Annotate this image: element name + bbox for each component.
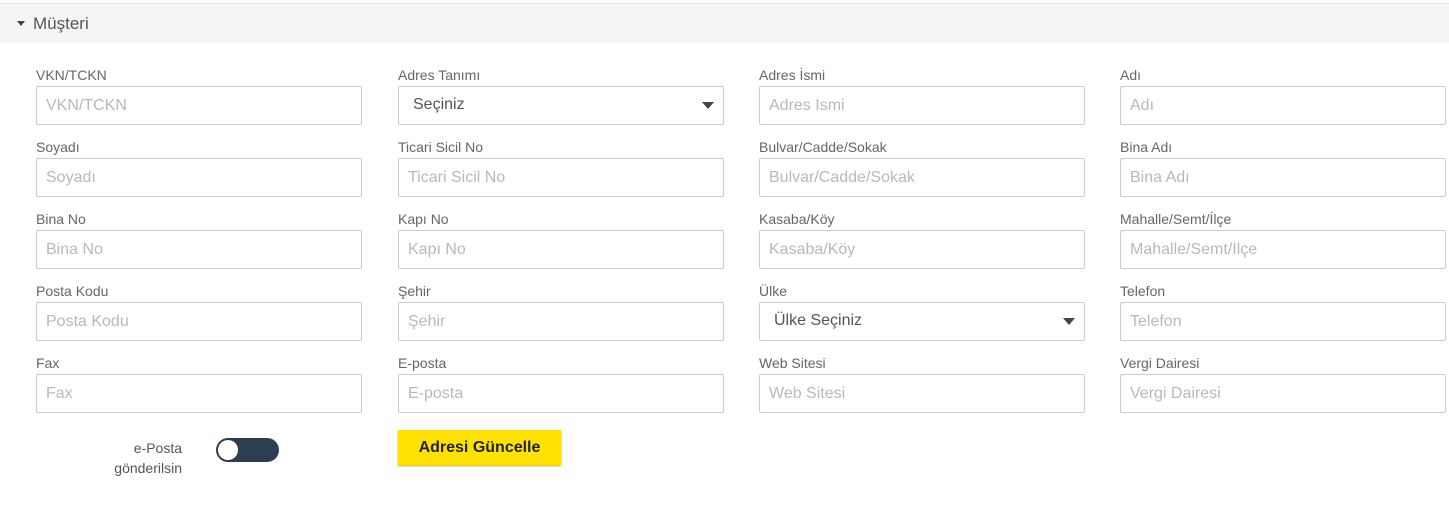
field-label: Web Sitesi	[759, 355, 826, 371]
field-label: Fax	[36, 355, 60, 371]
dropdown-arrow-icon	[702, 102, 714, 109]
field-label: E-posta	[398, 355, 447, 371]
field-label: Kapı No	[398, 211, 449, 227]
web-sitesi-input[interactable]	[759, 374, 1085, 413]
field-label: Soyadı	[36, 139, 80, 155]
field-label: Şehir	[398, 283, 431, 299]
toggle-knob	[218, 440, 238, 460]
panel-title: Müşteri	[33, 14, 89, 33]
field-label: VKN/TCKN	[36, 67, 107, 83]
eposta-toggle-label: e-Posta gönderilsin	[100, 438, 182, 478]
bina-adi-input[interactable]	[1120, 158, 1446, 197]
field-label: Bina Adı	[1120, 139, 1173, 155]
field-label: Adres İsmi	[759, 67, 826, 83]
field-label: Vergi Dairesi	[1120, 355, 1200, 371]
select-value: Seçiniz	[413, 96, 465, 113]
field-label: Ülke	[759, 283, 788, 299]
dropdown-arrow-icon	[1063, 318, 1075, 325]
fax-input[interactable]	[36, 374, 362, 413]
select-value: Ülke Seçiniz	[774, 312, 863, 329]
field-label: Adı	[1120, 67, 1142, 83]
field-label: Telefon	[1120, 283, 1166, 299]
field-label: Mahalle/Semt/İlçe	[1120, 211, 1232, 227]
bina-no-input[interactable]	[36, 230, 362, 269]
eposta-toggle[interactable]	[216, 438, 279, 462]
telefon-input[interactable]	[1120, 302, 1446, 341]
adres-tanimi-select[interactable]: Seçiniz	[398, 86, 724, 125]
mahalle-input[interactable]	[1120, 230, 1446, 269]
soyadi-input[interactable]	[36, 158, 362, 197]
caret-down-icon[interactable]	[17, 21, 25, 26]
panel-header[interactable]: Müşteri	[0, 3, 1449, 43]
vergi-dairesi-input[interactable]	[1120, 374, 1446, 413]
ticari-sicil-input[interactable]	[398, 158, 724, 197]
update-address-button[interactable]: Adresi Güncelle	[398, 430, 561, 465]
field-label: Kasaba/Köy	[759, 211, 835, 227]
kasaba-input[interactable]	[759, 230, 1085, 269]
adi-input[interactable]	[1120, 86, 1446, 125]
toggle-label-line2: gönderilsin	[114, 460, 182, 476]
field-label: Adres Tanımı	[398, 67, 481, 83]
ulke-select[interactable]: Ülke Seçiniz	[759, 302, 1085, 341]
posta-kodu-input[interactable]	[36, 302, 362, 341]
bulvar-input[interactable]	[759, 158, 1085, 197]
field-label: Posta Kodu	[36, 283, 109, 299]
field-label: Bina No	[36, 211, 86, 227]
sehir-input[interactable]	[398, 302, 724, 341]
kapi-no-input[interactable]	[398, 230, 724, 269]
field-label: Ticari Sicil No	[398, 139, 484, 155]
toggle-label-line1: e-Posta	[133, 440, 182, 456]
field-label: Bulvar/Cadde/Sokak	[759, 139, 887, 155]
eposta-input[interactable]	[398, 374, 724, 413]
adres-ismi-input[interactable]	[759, 86, 1085, 125]
vkn-input[interactable]	[36, 86, 362, 125]
